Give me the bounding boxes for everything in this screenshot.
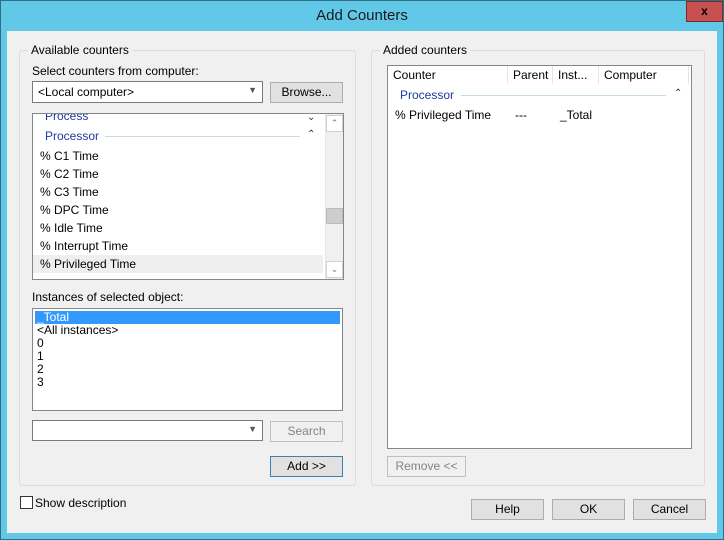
cancel-button[interactable]: Cancel [633,499,706,520]
ok-button[interactable]: OK [552,499,625,520]
scroll-up-button[interactable]: ⌃ [326,115,343,132]
chevron-up-icon: ⌃ [330,118,339,128]
added-counter-parent: --- [515,108,527,122]
close-button[interactable]: x [686,1,723,22]
browse-button[interactable]: Browse... [270,82,343,103]
instance-item[interactable]: <All instances> [35,324,340,337]
added-counters-label: Added counters [380,43,471,57]
added-group-processor[interactable]: Processor [400,88,454,102]
counter-item[interactable]: % DPC Time [33,201,323,219]
added-counter-name: % Privileged Time [395,108,492,122]
instance-item[interactable]: 3 [35,376,340,389]
category-processor-label: Processor [45,129,100,143]
chevron-down-icon: ▼ [248,85,257,95]
available-counters-label: Available counters [28,43,132,57]
column-header-counter[interactable]: Counter [388,66,508,84]
chevron-down-icon: ▼ [248,424,257,434]
column-header-instance[interactable]: Inst... [553,66,599,84]
help-button[interactable]: Help [471,499,544,520]
added-counter-row[interactable]: % Privileged Time --- _Total [388,108,688,124]
counters-scrollbar[interactable]: ⌃ ⌄ [325,114,343,279]
remove-button[interactable]: Remove << [387,456,466,477]
column-header-computer[interactable]: Computer [599,66,689,84]
chevron-up-icon[interactable]: ⌃ [674,88,682,99]
chevron-down-icon[interactable]: ⌄ [307,114,315,123]
category-process-label: Process [45,113,89,123]
computer-select-value: <Local computer> [38,85,135,99]
search-button[interactable]: Search [270,421,343,442]
scroll-down-button[interactable]: ⌄ [326,261,343,278]
category-process[interactable]: Process [45,113,89,123]
close-icon: x [701,4,708,18]
counter-item[interactable]: % Interrupt Time [33,237,323,255]
instance-item[interactable]: 0 [35,337,340,350]
instance-item[interactable]: 2 [35,363,340,376]
counters-list[interactable]: Process ⌄ Processor ⌃ % C1 Time % C2 Tim… [32,113,344,280]
group-divider [461,95,666,96]
computer-select[interactable]: <Local computer> ▼ [32,81,263,103]
counter-item[interactable]: % C2 Time [33,165,323,183]
counter-item[interactable]: % C3 Time [33,183,323,201]
add-button[interactable]: Add >> [270,456,343,477]
dialog-title: Add Counters [316,7,408,24]
instance-item[interactable]: 1 [35,350,340,363]
counter-item[interactable]: % Idle Time [33,219,323,237]
select-computer-label: Select counters from computer: [32,64,199,78]
show-description-checkbox[interactable] [20,496,33,509]
added-group-label: Processor [400,88,455,102]
category-divider [105,136,300,137]
show-description-label[interactable]: Show description [35,496,126,510]
chevron-up-icon[interactable]: ⌃ [307,129,315,140]
added-counters-list[interactable]: Counter Parent Inst... Computer Processo… [387,65,692,449]
add-counters-dialog: Add Counters x Available counters Select… [0,0,724,540]
category-processor[interactable]: Processor [45,129,99,143]
instances-list[interactable]: _Total <All instances> 0 1 2 3 [32,308,343,411]
instances-label: Instances of selected object: [32,290,184,304]
chevron-down-icon: ⌄ [330,264,339,274]
scroll-thumb[interactable] [326,208,343,224]
title-bar[interactable]: Add Counters x [1,1,723,31]
counter-item-highlighted[interactable]: % Privileged Time [33,255,323,273]
column-header-parent[interactable]: Parent [508,66,553,84]
counter-item[interactable]: % C1 Time [33,147,323,165]
added-counter-instance: _Total [560,108,593,122]
dialog-client-area: Available counters Select counters from … [7,31,717,533]
search-combo[interactable]: ▼ [32,420,263,441]
